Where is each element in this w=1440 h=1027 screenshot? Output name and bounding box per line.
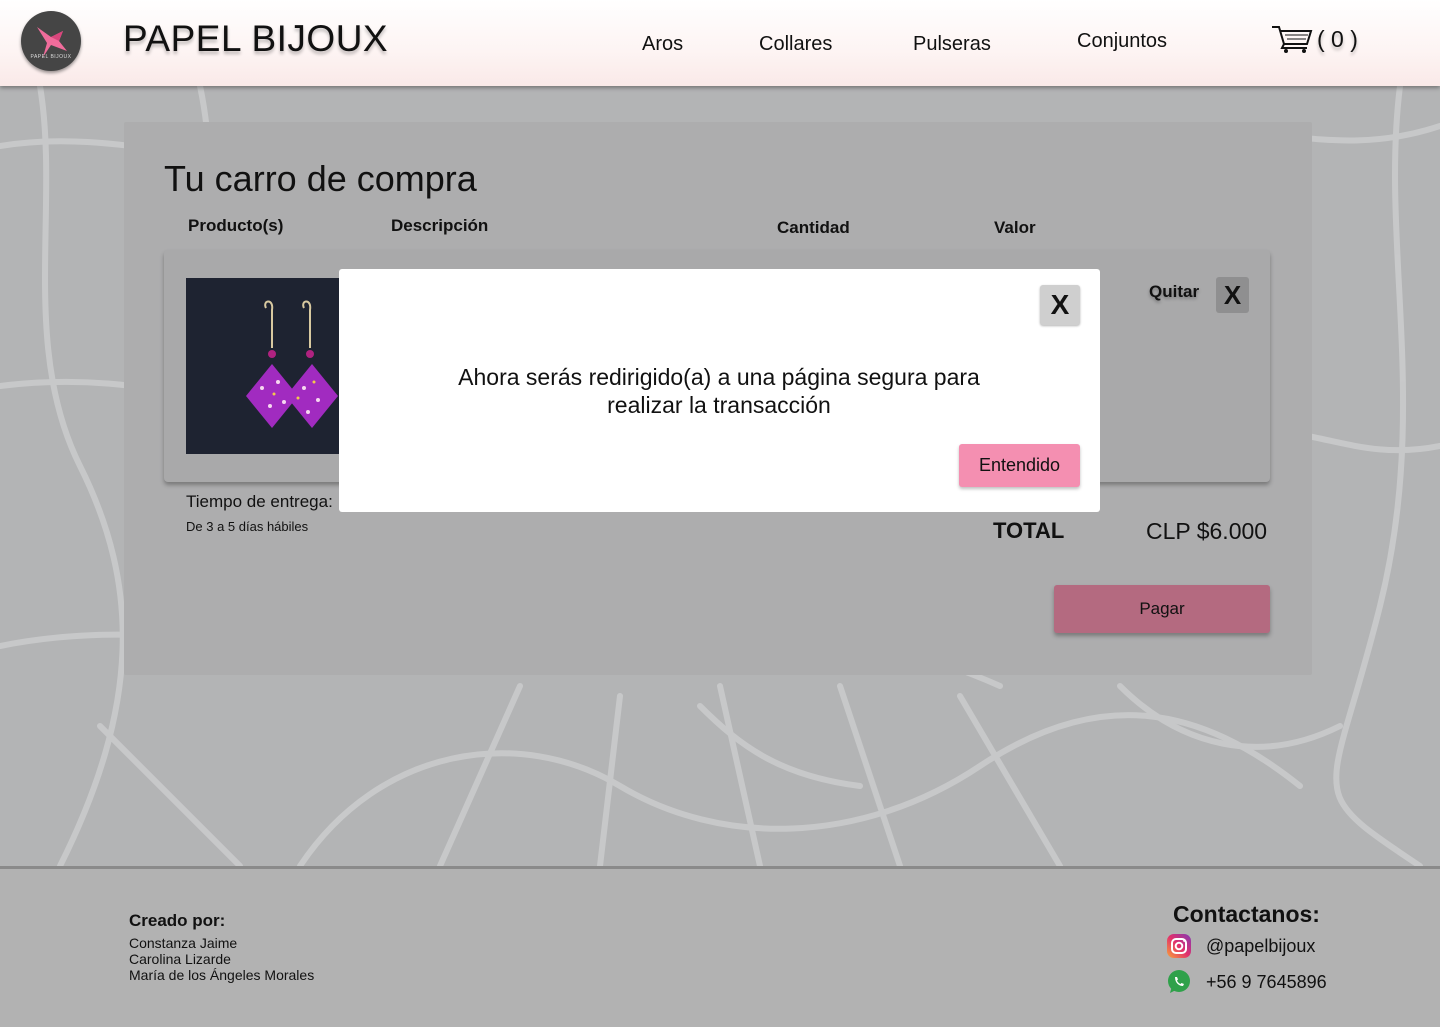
brand-logo[interactable]: PAPEL BIJOUX bbox=[21, 11, 81, 71]
pay-button[interactable]: Pagar bbox=[1054, 585, 1270, 633]
product-image bbox=[186, 278, 346, 454]
credit-name: Constanza Jaime bbox=[129, 935, 238, 951]
footer: Creado por: Constanza Jaime Carolina Liz… bbox=[0, 866, 1440, 1027]
column-header-product: Producto(s) bbox=[188, 216, 284, 235]
logo-text: PAPEL BIJOUX bbox=[30, 54, 72, 60]
instagram-handle: @papelbijoux bbox=[1206, 935, 1316, 956]
credits-title: Creado por: bbox=[129, 911, 226, 930]
column-header-description: Descripción bbox=[391, 216, 489, 235]
nav-conjuntos[interactable]: Conjuntos bbox=[1077, 30, 1167, 53]
cart-icon bbox=[1272, 26, 1313, 53]
total-label: TOTAL bbox=[993, 518, 1065, 543]
nav-pulseras[interactable]: Pulseras bbox=[913, 33, 991, 56]
delivery-time-value: De 3 a 5 días hábiles bbox=[186, 519, 309, 534]
column-header-value: Valor bbox=[994, 218, 1036, 237]
column-header-quantity: Cantidad bbox=[777, 218, 850, 237]
remove-label: Quitar bbox=[1149, 282, 1200, 301]
top-navbar: PAPEL BIJOUX PAPEL BIJOUX Aros Collares … bbox=[0, 0, 1440, 86]
modal-close-button[interactable]: X bbox=[1040, 285, 1080, 325]
credit-name: María de los Ángeles Morales bbox=[129, 967, 315, 983]
nav-collares[interactable]: Collares bbox=[759, 33, 832, 56]
nav-aros[interactable]: Aros bbox=[642, 33, 683, 56]
whatsapp-icon bbox=[1168, 970, 1190, 993]
brand-name[interactable]: PAPEL BIJOUX bbox=[123, 18, 388, 60]
delivery-time-label: Tiempo de entrega: bbox=[186, 492, 333, 511]
contact-title: Contactanos: bbox=[1173, 901, 1320, 927]
redirect-modal: X Ahora serás redirigido(a) a una página… bbox=[339, 269, 1100, 512]
whatsapp-number: +56 9 7645896 bbox=[1206, 971, 1327, 992]
instagram-link[interactable]: @papelbijoux bbox=[1166, 933, 1315, 959]
remove-item-button[interactable]: X bbox=[1216, 277, 1249, 313]
total-value: CLP $6.000 bbox=[1146, 518, 1268, 544]
modal-message: Ahora serás redirigido(a) a una página s… bbox=[458, 364, 980, 418]
credit-name: Carolina Lizarde bbox=[129, 951, 231, 967]
cart-count: ( 0 ) bbox=[1317, 25, 1358, 52]
whatsapp-link[interactable]: +56 9 7645896 bbox=[1166, 969, 1327, 995]
instagram-icon bbox=[1167, 934, 1191, 958]
cart-button[interactable]: ( 0 ) bbox=[1271, 22, 1358, 56]
logo-bird-icon bbox=[37, 27, 67, 57]
page-title: Tu carro de compra bbox=[164, 158, 477, 199]
modal-ok-button[interactable]: Entendido bbox=[959, 444, 1080, 487]
